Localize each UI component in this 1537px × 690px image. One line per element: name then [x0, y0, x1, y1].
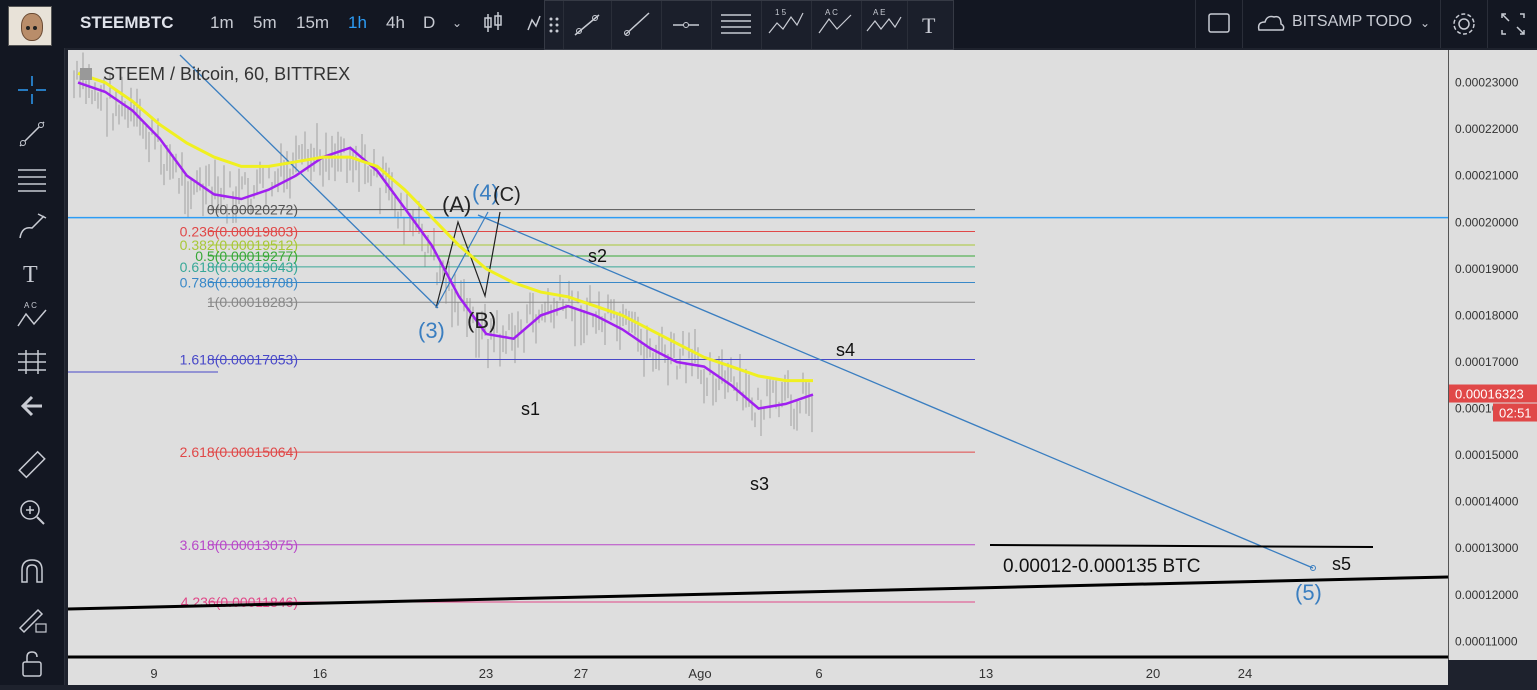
swing-label: s2 — [588, 246, 607, 266]
text-tool-icon[interactable]: T — [12, 252, 52, 292]
top-toolbar: STEEMBTC 1m 5m 15m 1h 4h D ⌄ 1 5 A C A E… — [0, 0, 1537, 50]
price-tick: 0.00019000 — [1455, 262, 1519, 276]
impulse-wave — [435, 211, 489, 309]
swing-label: s3 — [750, 474, 769, 494]
timeframe-4h[interactable]: 4h — [386, 13, 405, 33]
chart-pane[interactable]: 0(0.00020272) 0.236(0.00019803) 0.382(0.00… — [68, 50, 1448, 660]
lock-icon[interactable] — [12, 644, 52, 684]
timeframe-15m[interactable]: 15m — [296, 13, 329, 33]
swing-label: s1 — [521, 399, 540, 419]
target-line — [989, 544, 1374, 548]
symbol-search[interactable]: STEEMBTC — [80, 13, 174, 33]
horizontal-line-icon[interactable] — [661, 1, 712, 49]
triangle-wave-icon[interactable]: A E — [861, 1, 908, 49]
price-tick: 0.00015000 — [1455, 448, 1519, 462]
price-tick: 0.00020000 — [1455, 215, 1519, 229]
time-tick: Ago — [688, 666, 711, 681]
brush-icon[interactable] — [12, 206, 52, 246]
trend-line — [477, 214, 1314, 569]
timeframe-5m[interactable]: 5m — [253, 13, 277, 33]
price-tick: 0.00018000 — [1455, 308, 1519, 322]
legend-title: STEEM / Bitcoin, 60, BITTREX — [103, 64, 351, 84]
time-tick: 20 — [1146, 666, 1160, 681]
fullscreen-square-icon[interactable] — [1195, 0, 1242, 48]
target-annotation: 0.00012-0.000135 BTC — [1003, 556, 1201, 577]
cloud-icon — [1257, 15, 1285, 31]
fib-level-label: 4.236(0.00011846) — [181, 594, 298, 610]
abc-correction-icon[interactable]: A C — [811, 1, 862, 49]
time-tick: 23 — [479, 666, 493, 681]
drag-handle-icon[interactable] — [545, 1, 564, 49]
lock-drawing-icon[interactable] — [12, 598, 52, 638]
price-tick: 0.00012000 — [1455, 588, 1519, 602]
drawing-toolbar: 1 5 A C A E T — [544, 0, 954, 50]
fib-level-label: 1.618(0.00017053) — [180, 352, 298, 368]
wave-label: (B) — [467, 308, 496, 333]
swing-label: s5 — [1332, 554, 1351, 574]
legend-toggle-icon[interactable] — [80, 68, 92, 80]
layout-dropdown-icon[interactable]: ⌄ — [1410, 8, 1440, 38]
ray-icon[interactable] — [611, 1, 662, 49]
fib-level-label: 1(0.00018283) — [207, 294, 298, 310]
countdown: 02:51 — [1499, 406, 1532, 421]
chart-legend: STEEM / Bitcoin, 60, BITTREX — [80, 64, 350, 85]
ruler-icon[interactable] — [12, 446, 52, 486]
svg-text:A E: A E — [873, 8, 885, 17]
fib-level-label: 3.618(0.00013075) — [180, 537, 298, 553]
price-tick: 0.00013000 — [1455, 541, 1519, 555]
time-tick: 24 — [1238, 666, 1252, 681]
time-tick: 6 — [815, 666, 822, 681]
current-price: 0.00016323 — [1455, 387, 1524, 402]
timeframe-d[interactable]: D — [423, 13, 435, 33]
zoom-icon[interactable] — [12, 492, 52, 532]
time-tick: 13 — [979, 666, 993, 681]
settings-gear-icon[interactable] — [1440, 0, 1487, 48]
fullscreen-icon[interactable] — [1487, 0, 1537, 48]
price-tick: 0.00022000 — [1455, 122, 1519, 136]
time-tick: 27 — [574, 666, 588, 681]
candles-icon[interactable] — [478, 8, 508, 38]
trendline-icon[interactable] — [12, 114, 52, 154]
price-tick: 0.00014000 — [1455, 495, 1519, 509]
layout-name[interactable]: BITSAMP TODO — [1292, 13, 1412, 31]
prediction-icon[interactable] — [12, 342, 52, 382]
time-tick: 16 — [313, 666, 327, 681]
avatar[interactable] — [8, 6, 52, 46]
wave-label: (5) — [1295, 580, 1322, 605]
swing-label: s4 — [836, 340, 855, 360]
back-arrow-icon[interactable] — [12, 386, 52, 426]
text-icon[interactable]: T — [907, 1, 953, 49]
wave-label: (3) — [418, 318, 445, 343]
fib-retracement-icon[interactable] — [12, 160, 52, 200]
svg-text:1 5: 1 5 — [775, 8, 787, 17]
fib-level-label: 0(0.00020272) — [207, 202, 298, 218]
price-tick: 0.00023000 — [1455, 76, 1519, 90]
crosshair-icon[interactable] — [12, 70, 52, 110]
fib-level-label: 0.786(0.00018708) — [180, 274, 298, 290]
pattern-icon[interactable]: A C — [12, 296, 52, 336]
trend-line-icon[interactable] — [563, 1, 612, 49]
price-axis[interactable]: 0.00023000 0.00022000 0.00021000 0.00020000… — [1448, 50, 1537, 660]
magnet-icon[interactable] — [12, 552, 52, 592]
price-tick: 0.00017000 — [1455, 355, 1519, 369]
timeframe-1m[interactable]: 1m — [210, 13, 234, 33]
time-axis[interactable]: 9 16 23 27 Ago 6 13 20 24 — [68, 660, 1448, 685]
wave-label: (C) — [493, 184, 521, 206]
price-tick: 0.00021000 — [1455, 169, 1519, 183]
time-tick: 9 — [150, 666, 157, 681]
price-tick: 0.00011000 — [1455, 634, 1518, 648]
timeframe-1h[interactable]: 1h — [348, 13, 367, 33]
price-chart[interactable]: 0(0.00020272)0.236(0.00019803)0.382(0.00… — [68, 50, 1448, 660]
svg-text:A C: A C — [825, 8, 838, 17]
elliott-impulse-icon[interactable]: 1 5 — [761, 1, 812, 49]
pitchfork-icon[interactable] — [711, 1, 762, 49]
timeframe-dropdown-icon[interactable]: ⌄ — [442, 8, 472, 38]
svg-text:T: T — [922, 13, 936, 38]
fib-level-label: 0.618(0.00019043) — [180, 259, 298, 275]
svg-text:T: T — [23, 262, 38, 288]
svg-text:A C: A C — [24, 301, 37, 310]
wave-label: (A) — [442, 192, 471, 217]
fib-level-label: 2.618(0.00015064) — [180, 444, 298, 460]
drawing-sidebar: T A C — [0, 48, 65, 685]
